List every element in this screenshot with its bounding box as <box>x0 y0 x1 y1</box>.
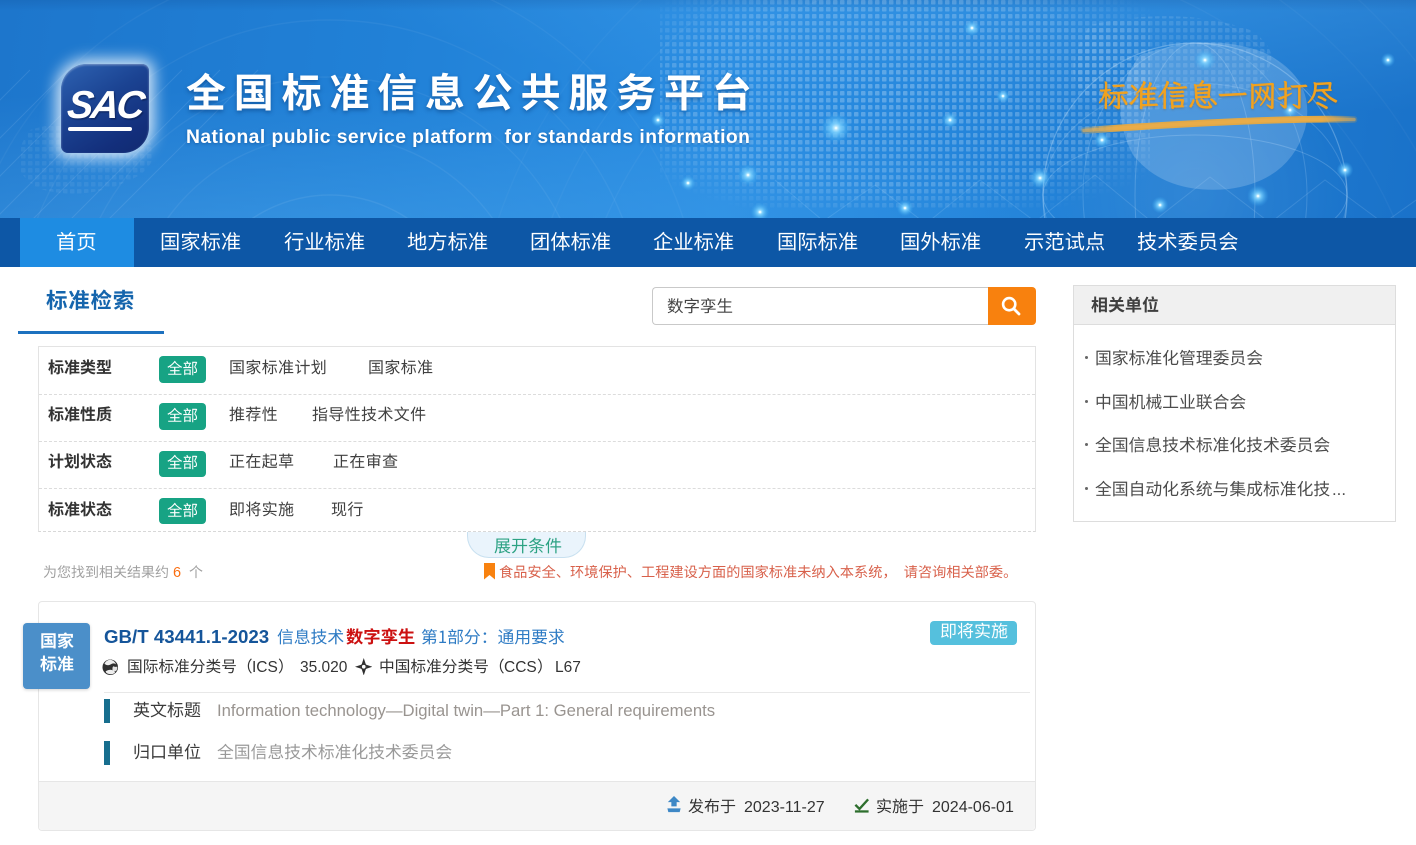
svg-text:GB/T 43441.1-2023: GB/T 43441.1-2023 <box>104 626 269 647</box>
svg-text:CCS: CCS <box>504 659 537 676</box>
svg-text:6: 6 <box>173 565 181 581</box>
svg-text:2023-11-27: 2023-11-27 <box>744 799 825 816</box>
svg-text:35.020: 35.020 <box>300 659 348 676</box>
svg-text:Information technology—Digital: Information technology—Digital twin—Part… <box>217 701 715 720</box>
svg-text:ICS: ICS <box>252 659 278 676</box>
svg-text:National public service platfo: National public service platform for sta… <box>186 127 750 148</box>
svg-text:2024-06-01: 2024-06-01 <box>932 799 1014 816</box>
svg-text:L67: L67 <box>555 659 581 676</box>
svg-text:...: ... <box>1332 480 1346 499</box>
